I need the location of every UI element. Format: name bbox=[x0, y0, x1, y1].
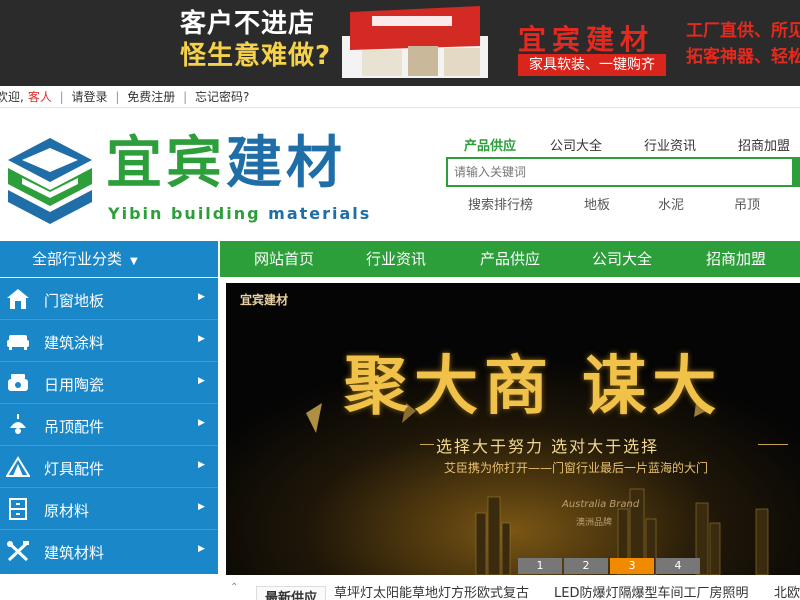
search-input[interactable] bbox=[448, 159, 800, 185]
arrow-right-icon: ▶ bbox=[198, 334, 205, 344]
supply-ticker: ⌃ 最新供应 草坪灯太阳能草地灯方形欧式复古 LED防爆灯隔爆型车间工厂房照明 … bbox=[226, 580, 800, 600]
logo-cn-part2: 建材 bbox=[226, 131, 346, 196]
tools-icon bbox=[7, 541, 29, 562]
nav-item-products[interactable]: 产品供应 bbox=[480, 241, 540, 277]
slider-dot-1[interactable]: 1 bbox=[518, 558, 562, 574]
hero-title: 聚大商 谋大 bbox=[344, 350, 723, 424]
ticker-item[interactable]: LED防爆灯隔爆型车间工厂房照明 bbox=[554, 582, 748, 600]
ticker-item[interactable]: 北欧 bbox=[774, 582, 800, 600]
side-item-label: 日用陶瓷 bbox=[44, 376, 105, 394]
banner-right-line2: 拓客神器、轻松 bbox=[686, 47, 800, 67]
slider-dot-2[interactable]: 2 bbox=[564, 558, 608, 574]
hero-city-background bbox=[226, 283, 800, 575]
hero-tag: 宜宾建材 bbox=[240, 293, 289, 307]
nav-item-franchise[interactable]: 招商加盟 bbox=[706, 241, 766, 277]
hero-brand-cn: 澳洲品牌 bbox=[576, 518, 613, 528]
all-categories-label: 全部行业分类 bbox=[32, 250, 123, 268]
logo-cn-part1: 宜宾 bbox=[106, 131, 226, 196]
search-tab-products[interactable]: 产品供应 bbox=[464, 135, 516, 154]
arrow-right-icon: ▶ bbox=[198, 502, 205, 512]
side-item-coatings[interactable]: 建筑涂料 ▶ bbox=[0, 320, 218, 362]
house-icon bbox=[7, 289, 29, 309]
banner-right-line1: 工厂直供、所见 bbox=[686, 21, 800, 41]
search-button[interactable] bbox=[792, 157, 800, 187]
banner-right-text: 工厂直供、所见 拓客神器、轻松 bbox=[686, 18, 800, 70]
banner-line1: 客户不进店 bbox=[180, 9, 316, 39]
side-item-building-materials[interactable]: 建筑材料 ▶ bbox=[0, 530, 218, 572]
arrow-right-icon: ▶ bbox=[198, 460, 205, 470]
login-link[interactable]: 请登录 bbox=[72, 90, 108, 104]
ticker-item[interactable]: 草坪灯太阳能草地灯方形欧式复古 bbox=[334, 582, 529, 600]
banner-left-text: 客户不进店 怪生意难做? bbox=[180, 8, 331, 72]
logo-en-text: Yibin building materials bbox=[108, 204, 371, 223]
side-item-doors-floors[interactable]: 门窗地板 ▶ bbox=[0, 278, 218, 320]
side-item-ceiling-parts[interactable]: 吊顶配件 ▶ bbox=[0, 404, 218, 446]
hero-divider-right bbox=[758, 444, 788, 445]
slider-dot-4[interactable]: 4 bbox=[656, 558, 700, 574]
logo-en-part2: materials bbox=[268, 204, 372, 223]
arrow-right-icon: ▶ bbox=[198, 292, 205, 302]
hot-word-cement[interactable]: 水泥 bbox=[658, 194, 684, 213]
hero-slider[interactable]: 宜宾建材 聚大商 谋大 选择大于努力 选对大于选择 艾臣携为你打开——门窗行业最… bbox=[226, 283, 800, 575]
side-item-label: 灯具配件 bbox=[44, 460, 105, 478]
search-tab-companies[interactable]: 公司大全 bbox=[550, 135, 602, 154]
forgot-password-link[interactable]: 忘记密码? bbox=[195, 90, 249, 104]
top-ad-banner[interactable]: 客户不进店 怪生意难做? 宜宾建材 家具软装、一键购齐 工厂直供、所见 拓客神器… bbox=[0, 0, 800, 86]
nav-item-home[interactable]: 网站首页 bbox=[254, 241, 314, 277]
separator: | bbox=[183, 90, 188, 104]
login-bar: 欢迎,客人 | 请登录 | 免费注册 | 忘记密码? bbox=[0, 86, 800, 108]
search-tabs: 产品供应 公司大全 行业资讯 招商加盟 bbox=[464, 135, 800, 155]
hero-slogan: 选择大于努力 选对大于选择 bbox=[436, 437, 660, 456]
side-item-ceramics[interactable]: 日用陶瓷 ▶ bbox=[0, 362, 218, 404]
cabinet-icon bbox=[9, 498, 27, 520]
arrow-right-icon: ▶ bbox=[198, 418, 205, 428]
ceramic-icon bbox=[8, 374, 28, 391]
arrow-right-icon: ▶ bbox=[198, 376, 205, 386]
side-item-label: 原材料 bbox=[44, 502, 90, 520]
hot-word-floor[interactable]: 地板 bbox=[584, 194, 610, 213]
slider-dot-3[interactable]: 3 bbox=[610, 558, 654, 574]
tent-icon bbox=[6, 456, 30, 477]
banner-brand: 宜宾建材 bbox=[518, 23, 655, 56]
separator: | bbox=[59, 90, 64, 104]
hot-word-ranking[interactable]: 搜索排行榜 bbox=[468, 194, 533, 213]
nav-item-companies[interactable]: 公司大全 bbox=[592, 241, 652, 277]
lamp-icon bbox=[10, 414, 26, 434]
banner-sub: 家具软装、一键购齐 bbox=[518, 54, 666, 76]
search-tab-franchise[interactable]: 招商加盟 bbox=[738, 135, 790, 154]
separator: | bbox=[115, 90, 120, 104]
exhibition-booth-image bbox=[342, 6, 488, 78]
side-item-label: 吊顶配件 bbox=[44, 418, 105, 436]
all-categories-button[interactable]: 全部行业分类 ▼ bbox=[0, 241, 218, 277]
hero-brand-en: Australia Brand bbox=[562, 499, 640, 510]
sofa-icon bbox=[7, 335, 29, 350]
logo-en-part1: Yibin building bbox=[108, 204, 261, 223]
hot-word-ceiling[interactable]: 吊顶 bbox=[734, 194, 760, 213]
guest-text: 客人 bbox=[27, 90, 52, 104]
search-tab-news[interactable]: 行业资讯 bbox=[644, 135, 696, 154]
hero-subtitle: 艾臣携为你打开——门窗行业最后一片蓝海的大门 bbox=[444, 461, 709, 475]
search-box bbox=[446, 157, 800, 187]
nav-item-news[interactable]: 行业资讯 bbox=[366, 241, 426, 277]
arrow-right-icon: ▶ bbox=[198, 544, 205, 554]
hot-words: 搜索排行榜 地板 水泥 吊顶 bbox=[446, 194, 800, 213]
hero-divider-left bbox=[420, 444, 434, 445]
main-nav: 网站首页 行业资讯 产品供应 公司大全 招商加盟 bbox=[220, 241, 800, 277]
caret-up-icon[interactable]: ⌃ bbox=[230, 582, 238, 593]
side-category-menu: 门窗地板 ▶ 建筑涂料 ▶ 日用陶瓷 ▶ 吊顶配件 ▶ 灯具配件 ▶ 原材料 ▶… bbox=[0, 278, 218, 574]
caret-down-icon: ▼ bbox=[130, 256, 138, 267]
register-link[interactable]: 免费注册 bbox=[127, 90, 175, 104]
side-item-lighting-parts[interactable]: 灯具配件 ▶ bbox=[0, 446, 218, 488]
site-logo-icon[interactable] bbox=[8, 138, 92, 224]
ticker-label: 最新供应 bbox=[256, 586, 327, 600]
side-item-label: 门窗地板 bbox=[44, 292, 105, 310]
side-item-label: 建筑材料 bbox=[44, 544, 105, 562]
side-item-raw-materials[interactable]: 原材料 ▶ bbox=[0, 488, 218, 530]
side-item-label: 建筑涂料 bbox=[44, 334, 105, 352]
logo-cn-text[interactable]: 宜宾建材 bbox=[106, 132, 346, 196]
welcome-text: 欢迎, bbox=[0, 90, 24, 104]
banner-line2: 怪生意难做? bbox=[180, 41, 332, 71]
